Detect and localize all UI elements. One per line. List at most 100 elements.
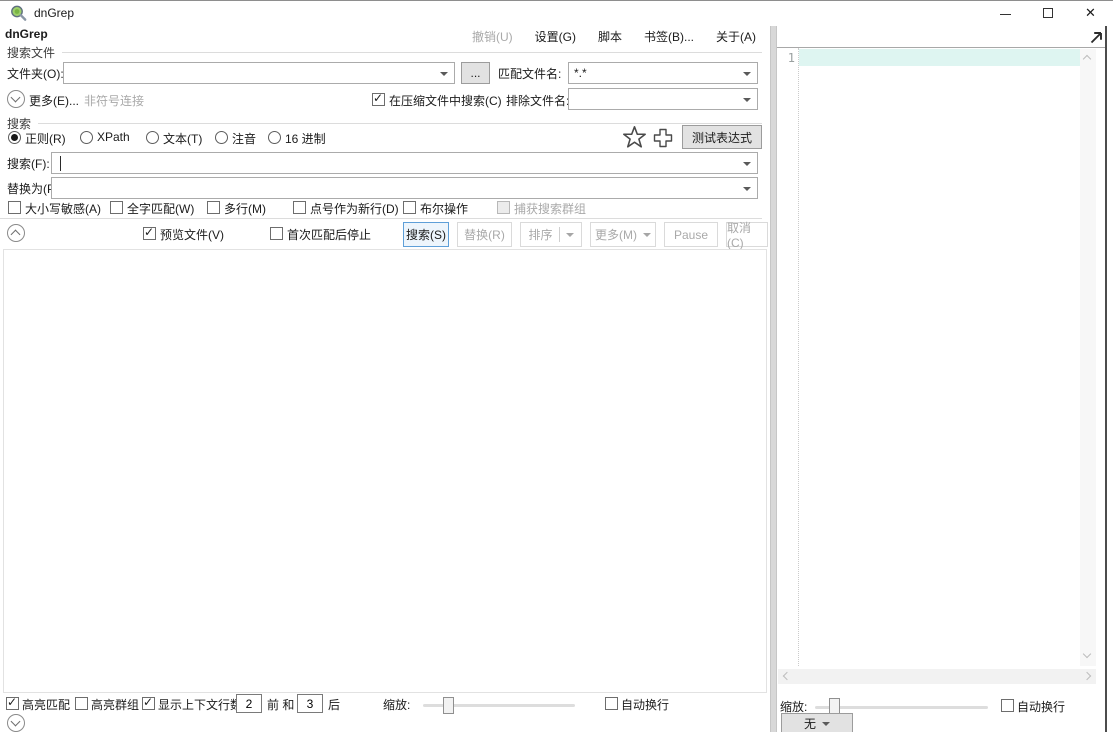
highlight-groups-checkbox[interactable] — [75, 697, 88, 710]
replace-button[interactable]: 替换(R) — [457, 222, 512, 247]
plus-icon[interactable] — [651, 126, 675, 150]
radio-hex-label[interactable]: 16 进制 — [285, 130, 326, 147]
radio-phonetic-label[interactable]: 注音 — [232, 130, 256, 147]
results-area[interactable] — [3, 249, 767, 693]
radio-hex[interactable] — [268, 131, 281, 144]
highlight-groups-label[interactable]: 高亮群组 — [91, 696, 139, 713]
radio-text[interactable] — [146, 131, 159, 144]
search-button-label: 搜索(S) — [406, 226, 446, 243]
search-archives-checkbox[interactable] — [372, 93, 385, 106]
boolean-operators-checkbox[interactable] — [403, 201, 416, 214]
preview-file-checkbox[interactable] — [143, 227, 156, 240]
context-lines-label[interactable]: 显示上下文行数 — [158, 696, 242, 713]
radio-text-label[interactable]: 文本(T) — [163, 130, 202, 147]
radio-regex[interactable] — [8, 131, 21, 144]
window-title: dnGrep — [34, 6, 74, 20]
chevron-down-icon[interactable] — [440, 72, 448, 76]
file-section-divider — [62, 52, 762, 53]
menu-settings[interactable]: 设置(G) — [535, 28, 576, 45]
match-files-combobox[interactable]: *.* — [568, 62, 758, 84]
scroll-up-icon[interactable] — [1083, 55, 1091, 63]
replace-button-label: 替换(R) — [464, 226, 505, 243]
close-icon[interactable]: ✕ — [1085, 5, 1096, 21]
folder-combobox[interactable] — [63, 62, 455, 84]
star-icon[interactable] — [621, 124, 648, 151]
horizontal-scrollbar[interactable] — [778, 669, 1096, 684]
more-dropdown-button[interactable]: 更多(M) — [590, 222, 656, 247]
whole-word-label[interactable]: 全字匹配(W) — [127, 200, 194, 217]
chevron-down-icon[interactable] — [743, 72, 751, 76]
chevron-down-icon[interactable] — [643, 233, 651, 237]
replace-with-combobox[interactable] — [51, 177, 758, 199]
context-after-input[interactable] — [297, 694, 323, 713]
panel-splitter[interactable] — [770, 26, 777, 732]
editor-top-border — [777, 47, 1106, 48]
results-zoom-slider-handle[interactable] — [443, 697, 454, 714]
chevron-down-icon[interactable] — [743, 187, 751, 191]
radio-regex-label[interactable]: 正则(R) — [25, 130, 66, 147]
preview-zoom-slider-track[interactable] — [815, 706, 988, 709]
menu-script[interactable]: 脚本 — [598, 28, 622, 45]
case-sensitive-checkbox[interactable] — [8, 201, 21, 214]
circle-chevron-up-icon[interactable] — [7, 224, 25, 242]
syntax-dropdown-button[interactable]: 无 — [781, 713, 853, 732]
vertical-scrollbar[interactable] — [1080, 49, 1096, 666]
multiline-checkbox[interactable] — [207, 201, 220, 214]
radio-phonetic[interactable] — [215, 131, 228, 144]
browse-folder-button[interactable]: ... — [461, 62, 490, 84]
case-sensitive-label[interactable]: 大小写敏感(A) — [25, 200, 101, 217]
results-wrap-checkbox[interactable] — [605, 697, 618, 710]
search-archives-label[interactable]: 在压缩文件中搜索(C) — [389, 92, 502, 109]
test-expression-button[interactable]: 测试表达式 — [682, 125, 762, 149]
menu-undo[interactable]: 撤销(U) — [472, 28, 513, 45]
whole-word-checkbox[interactable] — [110, 201, 123, 214]
browse-folder-label: ... — [470, 66, 480, 80]
preview-wrap-label[interactable]: 自动换行 — [1017, 698, 1065, 715]
dot-as-newline-checkbox[interactable] — [293, 201, 306, 214]
maximize-icon[interactable] — [1043, 8, 1053, 18]
results-wrap-label[interactable]: 自动换行 — [621, 696, 669, 713]
chevron-down-icon[interactable] — [743, 98, 751, 102]
match-files-label: 匹配文件名: — [498, 65, 561, 82]
boolean-operators-label[interactable]: 布尔操作 — [420, 200, 468, 217]
search-for-combobox[interactable] — [51, 152, 758, 174]
scroll-down-icon[interactable] — [1083, 650, 1091, 658]
preview-file-label[interactable]: 预览文件(V) — [160, 226, 224, 243]
search-button[interactable]: 搜索(S) — [403, 222, 449, 247]
chevron-down-icon[interactable] — [743, 162, 751, 166]
context-before-input[interactable] — [236, 694, 262, 713]
pane-edge-border — [1105, 26, 1107, 732]
title-bar: dnGrep ✕ — [0, 1, 1113, 26]
menu-bookmarks[interactable]: 书签(B)... — [644, 28, 694, 45]
chevron-down-icon[interactable] — [566, 233, 574, 237]
sort-split-button[interactable]: 排序 — [520, 222, 582, 247]
radio-xpath-label[interactable]: XPath — [97, 130, 130, 144]
chevron-down-icon[interactable] — [822, 722, 830, 726]
preview-wrap-checkbox[interactable] — [1001, 699, 1014, 712]
pause-button-label: Pause — [674, 228, 708, 242]
highlight-matches-label[interactable]: 高亮匹配 — [22, 696, 70, 713]
scroll-left-icon[interactable] — [783, 672, 791, 680]
context-after-label: 后 — [328, 696, 340, 713]
dot-as-newline-label[interactable]: 点号作为新行(D) — [310, 200, 399, 217]
text-caret — [60, 156, 61, 171]
stop-after-first-match-checkbox[interactable] — [270, 227, 283, 240]
exclude-files-combobox[interactable] — [568, 88, 758, 110]
circle-chevron-down-icon[interactable] — [7, 714, 25, 732]
context-lines-checkbox[interactable] — [142, 697, 155, 710]
context-and-label: 前 和 — [267, 696, 294, 713]
highlight-matches-checkbox[interactable] — [6, 697, 19, 710]
highlighted-line[interactable] — [799, 49, 1080, 66]
cancel-button[interactable]: 取消(C) — [726, 222, 768, 247]
multiline-label[interactable]: 多行(M) — [224, 200, 266, 217]
circle-chevron-down-icon[interactable] — [7, 90, 25, 108]
minimize-icon[interactable] — [1000, 14, 1011, 15]
more-options-link[interactable]: 更多(E)... — [29, 92, 79, 109]
match-files-value: *.* — [574, 66, 587, 80]
stop-after-first-match-label[interactable]: 首次匹配后停止 — [287, 226, 371, 243]
arrow-up-right-icon[interactable] — [1088, 29, 1105, 46]
menu-about[interactable]: 关于(A) — [716, 28, 756, 45]
scroll-right-icon[interactable] — [1083, 672, 1091, 680]
radio-xpath[interactable] — [80, 131, 93, 144]
pause-button[interactable]: Pause — [664, 222, 718, 247]
